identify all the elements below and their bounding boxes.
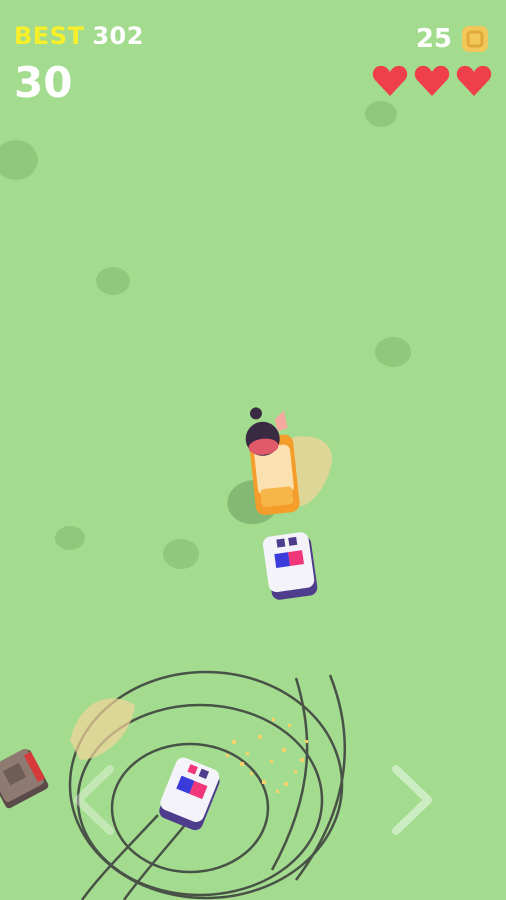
- lives: [372, 64, 492, 98]
- grass-patch: [0, 140, 38, 180]
- dust-puff: [70, 698, 135, 760]
- grass-patch: [365, 101, 397, 127]
- current-score: 30: [14, 58, 73, 107]
- best-score-value: 302: [92, 22, 144, 50]
- heart-icon: [414, 65, 450, 96]
- heart-icon: [456, 65, 492, 96]
- coin-count: 25: [415, 24, 452, 54]
- coin-counter: 25: [416, 24, 490, 54]
- police-car: [159, 757, 220, 831]
- armored-truck: [0, 748, 49, 809]
- chevron-left-icon[interactable]: [70, 765, 118, 835]
- grass-patch: [163, 539, 199, 569]
- coin-icon: [462, 26, 488, 52]
- sparks: [226, 718, 308, 793]
- grass-patch: [55, 526, 85, 550]
- heart-icon: [372, 65, 408, 96]
- skid-mark: [270, 677, 309, 871]
- chevron-right-icon[interactable]: [388, 765, 436, 835]
- grass-patch: [96, 267, 130, 295]
- grass-patch: [375, 337, 411, 367]
- grass-patches: [0, 101, 411, 569]
- best-score: BEST 302: [14, 22, 144, 50]
- police-car: [262, 532, 318, 600]
- best-score-label: BEST: [14, 22, 85, 50]
- player-car: [227, 407, 300, 525]
